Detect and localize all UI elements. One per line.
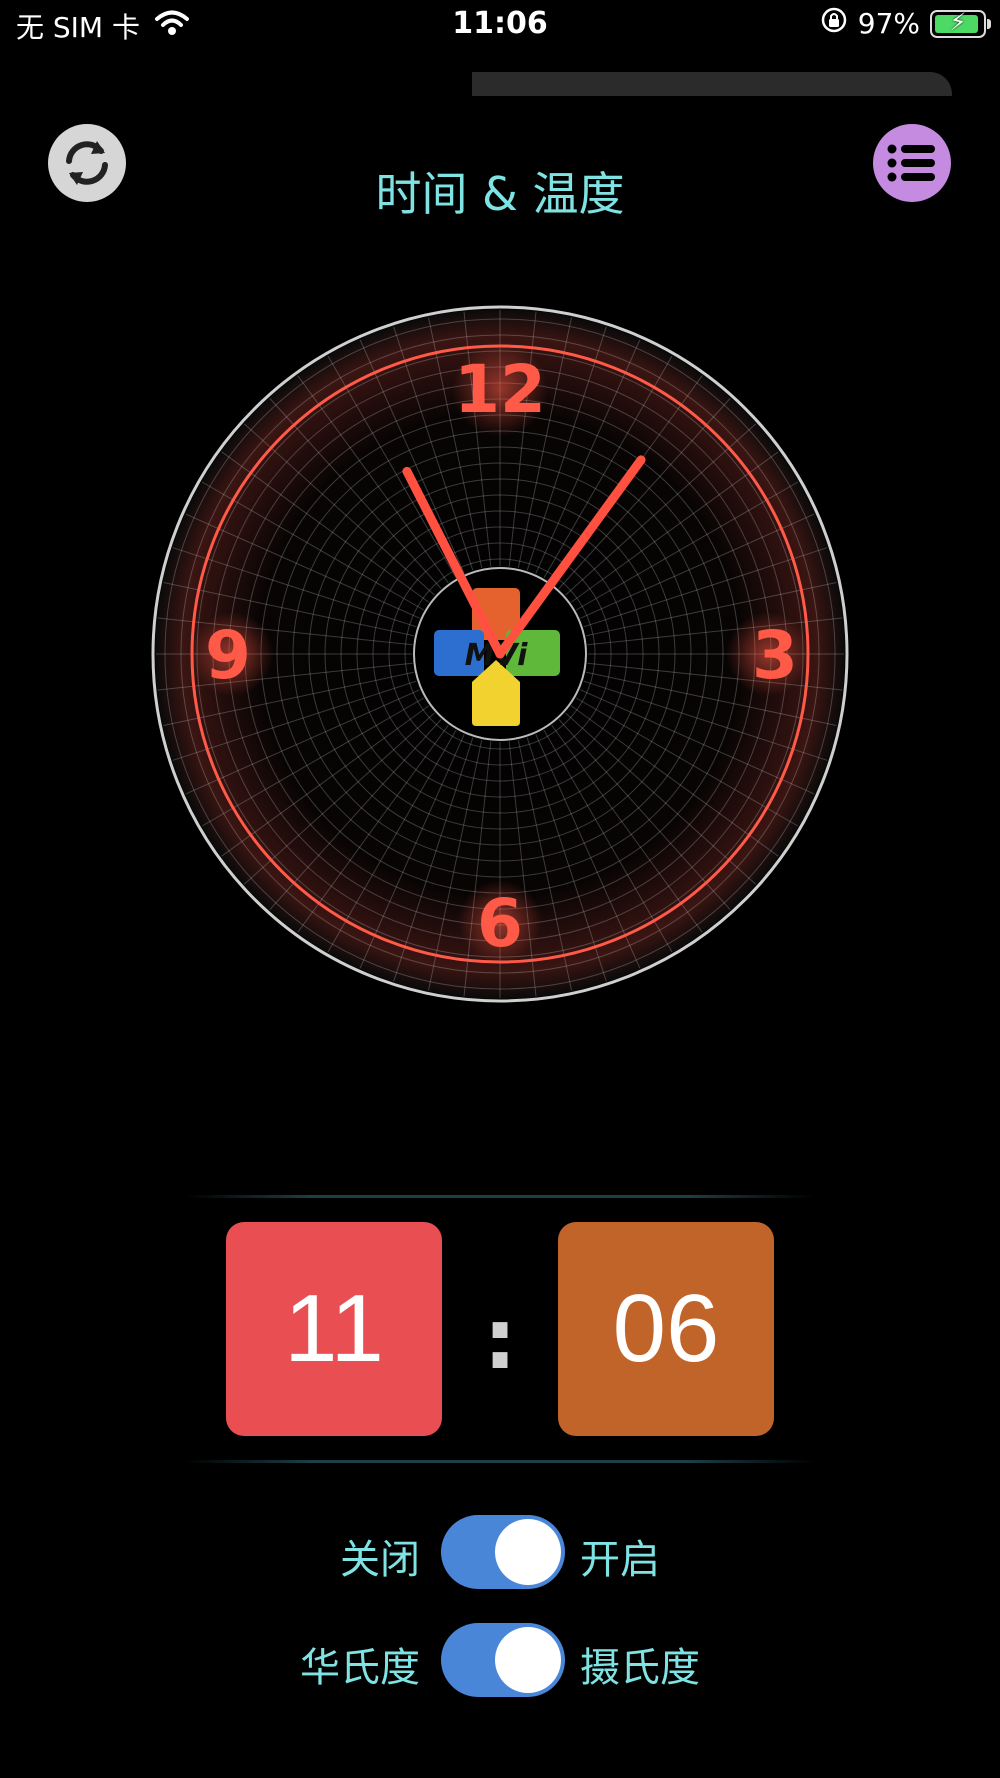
page-title: 时间 & 温度 <box>375 167 625 221</box>
status-bar: 无 SIM 卡 11:06 97% ⚡ <box>0 0 1000 52</box>
digital-separator: : <box>483 1290 517 1388</box>
toggle-row-power: 关闭 开启 <box>0 1515 1000 1591</box>
numeral-3: 3 <box>752 617 798 694</box>
menu-button[interactable] <box>873 124 951 202</box>
digital-minute-box: 06 <box>558 1222 774 1436</box>
switch-knob <box>495 1519 561 1585</box>
list-menu-icon <box>887 144 935 182</box>
battery-percent: 97% <box>857 7 920 40</box>
celsius-label: 摄氏度 <box>580 1645 700 1691</box>
numeral-9: 9 <box>205 617 251 694</box>
battery-icon: ⚡ <box>930 8 991 38</box>
temperature-unit-switch[interactable] <box>441 1623 565 1697</box>
top-panel-strip <box>472 72 952 96</box>
toggle-on-label: 开启 <box>580 1537 660 1583</box>
numeral-6: 6 <box>477 885 523 962</box>
status-right: 97% ⚡ <box>820 6 991 41</box>
toggle-off-label: 关闭 <box>340 1537 420 1583</box>
orientation-lock-icon <box>820 6 848 41</box>
analog-clock: 12 3 6 9 MVi <box>151 305 849 1003</box>
fahrenheit-label: 华氏度 <box>300 1645 420 1691</box>
numeral-12: 12 <box>454 351 546 428</box>
divider-bottom <box>185 1460 815 1463</box>
toggle-row-unit: 华氏度 摄氏度 <box>0 1623 1000 1699</box>
switch-knob <box>495 1627 561 1693</box>
divider-top <box>185 1195 815 1198</box>
digital-hour-box: 11 <box>226 1222 442 1436</box>
power-switch[interactable] <box>441 1515 565 1589</box>
